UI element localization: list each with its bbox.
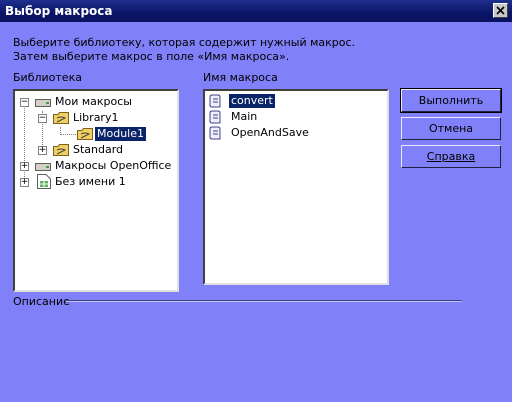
expand-icon[interactable]: + bbox=[20, 161, 29, 171]
tree-label: Макросы OpenOffice bbox=[55, 159, 172, 172]
help-button[interactable]: Справка bbox=[401, 145, 501, 168]
module-icon bbox=[77, 128, 93, 140]
tree-label-selected: Module1 bbox=[94, 126, 147, 142]
cancel-button[interactable]: Отмена bbox=[401, 117, 501, 140]
tree-node-openoffice-macros[interactable]: + Макросы OpenOffice bbox=[15, 158, 175, 174]
window-title: Выбор макроса bbox=[5, 4, 113, 18]
tree-label: Без имени 1 bbox=[55, 175, 126, 188]
macro-label: Main bbox=[231, 110, 258, 123]
close-icon bbox=[496, 6, 505, 15]
macro-name-label: Имя макроса bbox=[203, 71, 278, 84]
macro-scroll-icon bbox=[209, 126, 221, 140]
close-button[interactable] bbox=[493, 3, 508, 18]
tree-label: Library1 bbox=[73, 111, 119, 124]
collapse-icon[interactable]: − bbox=[20, 97, 29, 107]
drive-icon bbox=[35, 99, 51, 107]
instruction-text: Выберите библиотеку, которая содержит ну… bbox=[13, 36, 356, 63]
tree-node-library1[interactable]: − Library1 bbox=[15, 110, 175, 126]
library-label: Библиотека bbox=[13, 71, 82, 84]
macro-scroll-icon bbox=[209, 110, 221, 124]
library-tree[interactable]: − Мои макросы − Library1 Module1 + Stand… bbox=[13, 89, 179, 292]
drive-icon bbox=[35, 163, 51, 171]
tree-node-standard[interactable]: + Standard bbox=[15, 142, 175, 158]
tree-node-untitled-document[interactable]: + Без имени 1 bbox=[15, 174, 175, 190]
title-bar: Выбор макроса bbox=[0, 0, 512, 22]
macro-scroll-icon bbox=[209, 94, 221, 108]
run-button[interactable]: Выполнить bbox=[400, 88, 502, 113]
tree-node-module1[interactable]: Module1 bbox=[15, 126, 175, 142]
macro-list[interactable]: convert Main OpenAndSave bbox=[203, 89, 389, 285]
macro-label-selected: convert bbox=[228, 93, 276, 109]
library-folder-icon bbox=[53, 112, 69, 124]
collapse-icon[interactable]: − bbox=[38, 113, 47, 123]
description-separator bbox=[66, 300, 462, 302]
spreadsheet-document-icon bbox=[37, 174, 51, 189]
tree-label: Standard bbox=[73, 143, 124, 156]
macro-label: OpenAndSave bbox=[231, 126, 309, 139]
library-folder-icon bbox=[53, 144, 69, 156]
tree-label: Мои макросы bbox=[55, 95, 132, 108]
expand-icon[interactable]: + bbox=[20, 177, 29, 187]
expand-icon[interactable]: + bbox=[38, 145, 47, 155]
tree-node-my-macros[interactable]: − Мои макросы bbox=[15, 94, 175, 110]
description-label: Описание bbox=[13, 295, 70, 308]
